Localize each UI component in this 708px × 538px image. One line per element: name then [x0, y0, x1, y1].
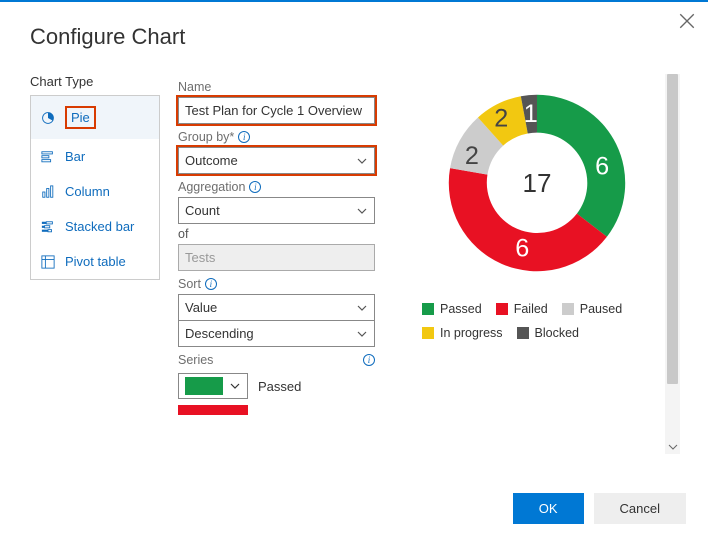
legend-swatch: [422, 327, 434, 339]
groupby-label: Group by* i: [178, 130, 378, 144]
ok-button[interactable]: OK: [513, 493, 584, 524]
legend-item: Failed: [496, 302, 548, 316]
info-icon[interactable]: i: [238, 131, 250, 143]
chart-preview: 6 6 2 2 1 17 Passed Failed Paused In pro…: [396, 74, 678, 454]
scrollbar-thumb[interactable]: [667, 74, 678, 384]
chevron-down-icon: [356, 205, 368, 217]
of-select: Tests: [178, 244, 375, 271]
donut-center-total: 17: [432, 78, 642, 288]
pivot-table-icon: [41, 255, 55, 269]
info-icon[interactable]: i: [249, 181, 261, 193]
close-button[interactable]: [678, 12, 696, 30]
bar-chart-icon: [41, 150, 55, 164]
configure-chart-dialog: Configure Chart Chart Type Pie: [0, 0, 708, 538]
chevron-down-icon: [356, 155, 368, 167]
chart-type-item-pivot[interactable]: Pivot table: [31, 244, 159, 279]
name-label: Name: [178, 80, 378, 94]
legend-item: In progress: [422, 326, 503, 340]
scrollbar[interactable]: [665, 74, 680, 454]
chart-type-label-bar: Bar: [65, 149, 85, 164]
of-value: Tests: [185, 250, 215, 265]
donut-chart: 6 6 2 2 1 17: [432, 78, 642, 288]
legend-swatch: [517, 327, 529, 339]
scrollbar-down-arrow[interactable]: [665, 439, 680, 454]
series-label-row: Series i: [178, 353, 375, 367]
chart-type-item-pie[interactable]: Pie: [31, 96, 159, 139]
dialog-title: Configure Chart: [30, 24, 678, 50]
chart-type-list: Pie Bar Column: [30, 95, 160, 280]
chart-type-label-column: Column: [65, 184, 110, 199]
legend-item: Paused: [562, 302, 622, 316]
groupby-select[interactable]: Outcome: [178, 147, 375, 174]
chart-type-label-stackedbar: Stacked bar: [65, 219, 134, 234]
chart-type-item-bar[interactable]: Bar: [31, 139, 159, 174]
chart-type-item-stackedbar[interactable]: Stacked bar: [31, 209, 159, 244]
series-color-swatch: [185, 377, 223, 395]
series-color-swatch-partial: [178, 405, 248, 415]
chart-type-label: Chart Type: [30, 74, 160, 89]
series-row-partial: [178, 405, 378, 415]
legend-item: Blocked: [517, 326, 579, 340]
dialog-content: Chart Type Pie Bar: [30, 74, 678, 454]
chart-legend: Passed Failed Paused In progress Blocked: [422, 302, 652, 340]
sort-dir-value: Descending: [185, 326, 254, 341]
legend-swatch: [422, 303, 434, 315]
sort-label-row: Sort i: [178, 277, 375, 291]
sort-field-value: Value: [185, 300, 217, 315]
close-icon: [678, 12, 696, 30]
series-color-select[interactable]: [178, 373, 248, 399]
chart-type-item-column[interactable]: Column: [31, 174, 159, 209]
aggregation-select[interactable]: Count: [178, 197, 375, 224]
column-chart-icon: [41, 185, 55, 199]
sort-dir-select[interactable]: Descending: [178, 320, 375, 347]
name-input[interactable]: Test Plan for Cycle 1 Overview: [178, 97, 375, 124]
chart-type-label-pivot: Pivot table: [65, 254, 126, 269]
config-form: Name Test Plan for Cycle 1 Overview Grou…: [178, 74, 378, 454]
dialog-footer: OK Cancel: [513, 493, 686, 524]
chevron-down-icon: [229, 380, 241, 392]
pie-chart-icon: [41, 111, 55, 125]
chevron-down-icon: [668, 442, 678, 452]
of-label: of: [178, 227, 378, 241]
aggregation-value: Count: [185, 203, 220, 218]
name-value: Test Plan for Cycle 1 Overview: [185, 103, 362, 118]
chevron-down-icon: [356, 302, 368, 314]
stacked-bar-chart-icon: [41, 220, 55, 234]
legend-swatch: [496, 303, 508, 315]
sort-field-select[interactable]: Value: [178, 294, 375, 321]
info-icon[interactable]: i: [205, 278, 217, 290]
cancel-button[interactable]: Cancel: [594, 493, 686, 524]
info-icon[interactable]: i: [363, 354, 375, 366]
series-name: Passed: [258, 379, 301, 394]
chart-type-label-pie: Pie: [65, 106, 96, 129]
aggregation-label: Aggregation i: [178, 180, 378, 194]
chevron-down-icon: [356, 328, 368, 340]
groupby-value: Outcome: [185, 153, 238, 168]
legend-swatch: [562, 303, 574, 315]
series-row: Passed: [178, 373, 378, 399]
legend-item: Passed: [422, 302, 482, 316]
chart-type-section: Chart Type Pie Bar: [30, 74, 160, 454]
